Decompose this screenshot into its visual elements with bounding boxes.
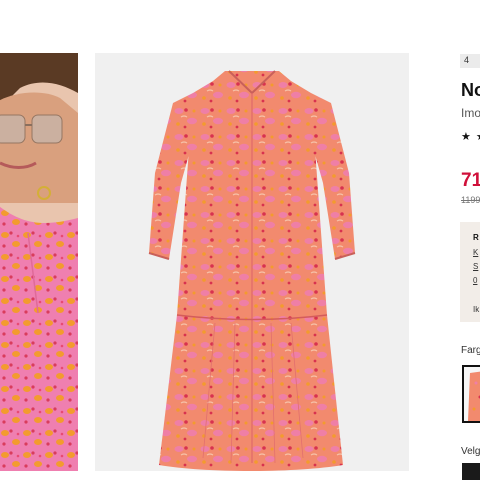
promo-link[interactable]: 0 [473, 276, 477, 285]
promo-link[interactable]: K [473, 248, 478, 257]
product-info-panel: 4 No Imo ★ ★ 71 1199 R K S 0 Ik Farg Vel… [460, 0, 480, 480]
gallery-image-main[interactable] [95, 53, 409, 471]
color-swatch-selected[interactable] [462, 365, 480, 423]
color-label: Farg [461, 345, 480, 356]
size-label: Velg [461, 446, 480, 457]
swatch-dress-thumbnail [464, 367, 480, 421]
dress-product-illustration [95, 53, 409, 471]
star-icon[interactable]: ★ ★ [461, 130, 480, 143]
size-select-button[interactable] [462, 463, 480, 480]
promo-box: R K S 0 Ik [460, 222, 480, 322]
product-title: No [461, 80, 480, 100]
product-price: 71 [461, 170, 480, 191]
product-badge: 4 [460, 54, 480, 68]
promo-heading: R [473, 233, 479, 242]
gallery-image-model[interactable] [0, 53, 78, 471]
promo-footer: Ik [473, 305, 480, 314]
promo-link[interactable]: S [473, 262, 478, 271]
product-brand-link[interactable]: Imo [461, 106, 480, 120]
model-photo-illustration [0, 53, 78, 471]
product-old-price: 1199 [461, 195, 480, 205]
